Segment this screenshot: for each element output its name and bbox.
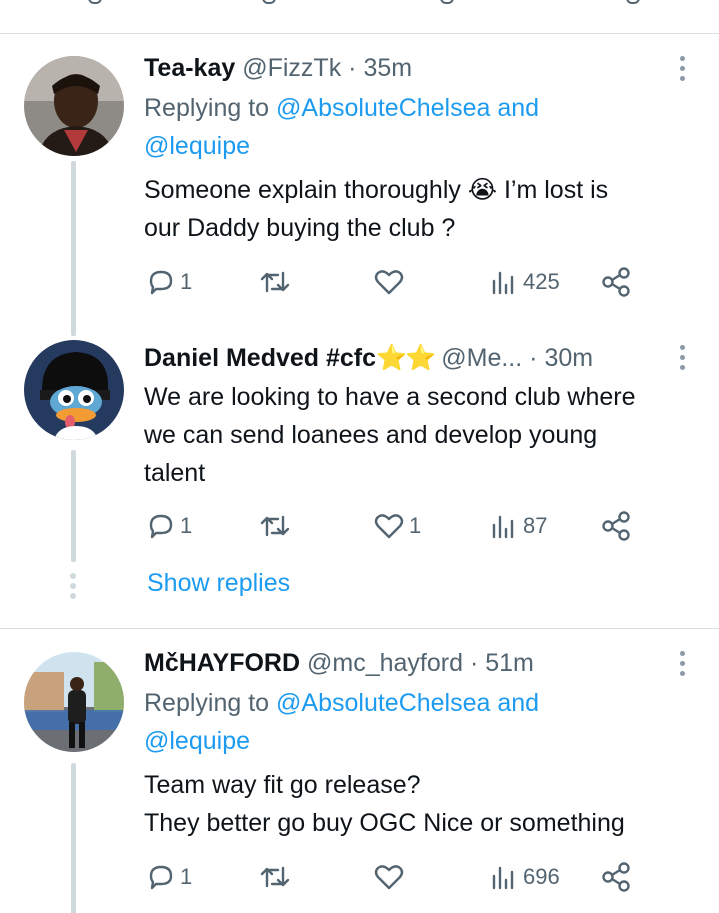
tweet-text: Someone explain thoroughly 😭 I’m lost is… — [144, 171, 704, 247]
view-count: 87 — [523, 513, 548, 538]
separator: · — [348, 54, 357, 82]
thread-dots — [69, 573, 77, 603]
like-icon — [374, 270, 404, 295]
retweet-button[interactable] — [258, 510, 296, 542]
user-handle[interactable]: @Me... — [441, 344, 522, 372]
reply-icon — [149, 270, 173, 295]
tweet-text: We are looking to have a second club whe… — [144, 378, 704, 492]
reply-button[interactable]: 1 — [146, 510, 192, 542]
replying-to: Replying to @AbsoluteChelsea and @lequip… — [144, 89, 704, 165]
tweet-header: Tea-kay @FizzTk · 35m — [144, 50, 412, 86]
mention-link[interactable]: @lequipe — [144, 132, 250, 160]
timestamp[interactable]: 35m — [363, 54, 412, 82]
views-button[interactable]: 425 — [489, 266, 560, 298]
avatar[interactable] — [24, 652, 124, 752]
reply-count: 1 — [180, 513, 193, 538]
views-button[interactable]: 87 — [489, 510, 547, 542]
like-button[interactable] — [373, 266, 409, 298]
tweet-header: Daniel Medved #cfc⭐⭐ @Me... · 30m — [144, 340, 593, 376]
avatar[interactable] — [24, 340, 124, 440]
views-icon — [492, 515, 514, 539]
previous-tweet-actions-fragment — [0, 0, 719, 12]
like-icon[interactable] — [440, 0, 454, 4]
action-bar: 1 425 — [144, 266, 644, 298]
mention-link[interactable]: @lequipe — [144, 727, 250, 755]
share-icon — [602, 511, 630, 541]
separator: · — [529, 344, 538, 372]
retweet-icon — [260, 866, 290, 888]
thread-line — [71, 161, 76, 336]
display-name[interactable]: MčHAYFORD — [144, 649, 300, 677]
views-icon — [492, 866, 514, 890]
share-icon — [602, 862, 630, 892]
replying-to: Replying to @AbsoluteChelsea and @lequip… — [144, 684, 704, 760]
share-button[interactable] — [600, 266, 632, 298]
tweet-text-line: our Daddy buying the club ? — [144, 214, 456, 242]
retweet-button[interactable] — [258, 266, 296, 298]
reply-button[interactable]: 1 — [146, 861, 192, 893]
tweet-text-line: we can send loanees and develop young — [144, 421, 598, 449]
show-replies-link[interactable]: Show replies — [147, 569, 290, 598]
retweet-icon[interactable] — [262, 0, 276, 4]
mention-link[interactable]: @AbsoluteChelsea and — [276, 94, 539, 122]
like-icon — [374, 865, 404, 890]
share-button[interactable] — [600, 861, 632, 893]
reply-icon — [149, 514, 173, 539]
star-emoji: ⭐⭐ — [376, 344, 436, 372]
like-icon — [374, 514, 404, 539]
tweet-text-line: talent — [144, 459, 206, 487]
avatar[interactable] — [24, 56, 124, 156]
views-icon — [492, 271, 514, 295]
retweet-icon — [260, 515, 290, 537]
timestamp[interactable]: 30m — [544, 344, 593, 372]
tweet-text-line: Team way fit go release? — [144, 771, 421, 799]
display-name[interactable]: Tea-kay — [144, 54, 235, 82]
view-count: 425 — [523, 269, 560, 294]
reply-button[interactable]: 1 — [146, 266, 192, 298]
like-button[interactable] — [373, 861, 409, 893]
action-bar: 1 1 87 — [144, 510, 644, 542]
tweet-text-line: We are looking to have a second club whe… — [144, 383, 636, 411]
separator: · — [469, 649, 479, 677]
divider — [0, 33, 719, 34]
timestamp[interactable]: 51m — [485, 649, 534, 677]
more-icon[interactable] — [678, 345, 686, 371]
reply-count: 1 — [180, 864, 193, 889]
action-bar: 1 696 — [144, 861, 644, 893]
more-icon[interactable] — [678, 651, 686, 677]
mention-link[interactable]: @AbsoluteChelsea and — [276, 689, 539, 717]
tweet-text-line: They better go buy OGC Nice or something — [144, 809, 625, 837]
more-icon[interactable] — [678, 56, 686, 82]
like-count: 1 — [409, 513, 422, 538]
view-count: 696 — [523, 864, 560, 889]
thread-line — [71, 763, 76, 913]
tweet-header: MčHAYFORD @mc_hayford · 51m — [144, 645, 534, 681]
retweet-icon — [260, 271, 290, 293]
display-name[interactable]: Daniel Medved #cfc — [144, 344, 376, 372]
reply-icon[interactable] — [88, 0, 102, 4]
retweet-button[interactable] — [258, 861, 296, 893]
user-handle[interactable]: @FizzTk — [242, 54, 341, 82]
reply-icon — [149, 865, 173, 890]
tweet-text-line: Someone explain thoroughly 😭 I’m lost is — [144, 176, 609, 204]
user-handle[interactable]: @mc_hayford — [307, 649, 463, 677]
tweet-text: Team way fit go release? They better go … — [144, 766, 704, 842]
replying-prefix: Replying to — [144, 94, 277, 122]
thread-line — [71, 450, 76, 562]
views-button[interactable]: 696 — [489, 861, 560, 893]
share-button[interactable] — [600, 510, 632, 542]
share-icon[interactable] — [626, 0, 640, 4]
like-button[interactable]: 1 — [373, 510, 421, 542]
divider — [0, 628, 719, 629]
replying-prefix: Replying to — [144, 689, 277, 717]
share-icon — [602, 267, 630, 297]
reply-count: 1 — [180, 269, 193, 294]
